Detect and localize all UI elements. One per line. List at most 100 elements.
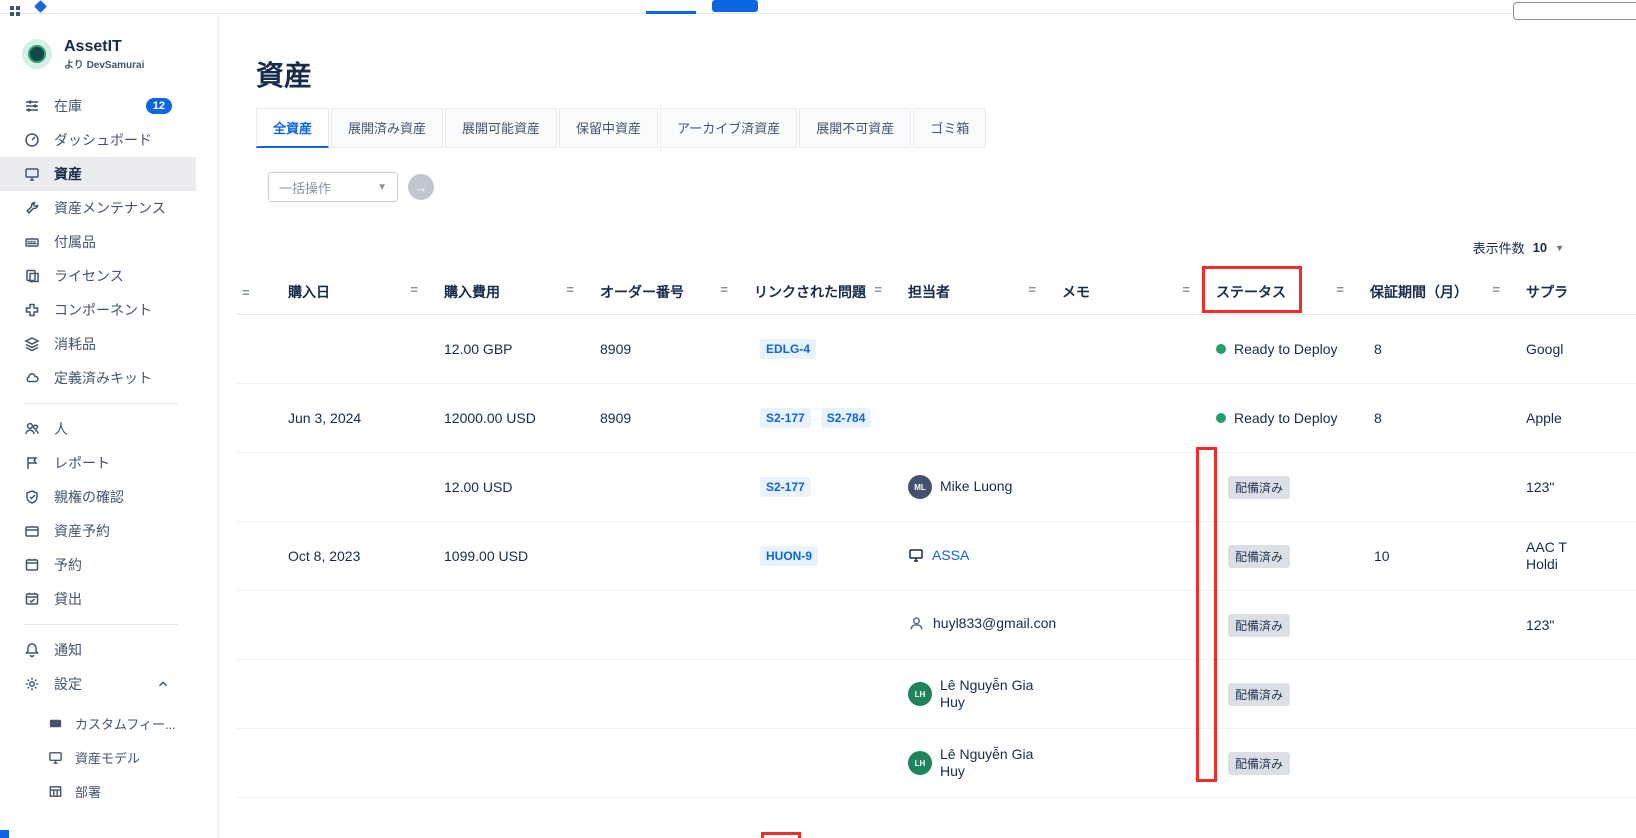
issue-chip[interactable]: S2-177 <box>760 408 811 428</box>
cell-order-number <box>584 660 738 729</box>
sidebar-item-licenses[interactable]: ライセンス <box>0 259 196 293</box>
sidebar-item-people[interactable]: 人 <box>0 412 196 446</box>
sidebar-item-lending[interactable]: 貸出 <box>0 582 196 616</box>
filter-icon[interactable]: = <box>1336 282 1344 297</box>
bottom-left-blue-widget <box>0 830 9 838</box>
sidebar-item-label: 親権の確認 <box>54 487 124 507</box>
consumables-icon <box>24 336 40 352</box>
chevron-up-icon[interactable] <box>156 677 170 691</box>
sidebar-subitem-asset-model[interactable]: 資産モデル <box>0 741 218 775</box>
assets-table-container: = 購入日= 購入費用= オーダー番号= リンクされた問題= 担当者= メモ= … <box>236 270 1636 838</box>
issue-chip[interactable]: EDLG-4 <box>760 339 816 359</box>
sidebar-item-label: 資産予約 <box>54 521 110 541</box>
bulk-action-go-button[interactable]: → <box>408 174 434 200</box>
cell-warranty: 10 <box>1354 522 1510 591</box>
sidebar-divider <box>24 403 178 404</box>
issue-chip[interactable]: S2-784 <box>821 408 872 428</box>
sidebar-item-label: ライセンス <box>54 266 124 286</box>
filter-icon[interactable]: = <box>242 285 250 300</box>
sidebar-item-label: 通知 <box>54 640 82 660</box>
header-cut-column: = <box>236 270 272 315</box>
cell-assignee <box>892 315 1046 384</box>
cell-linked-issues <box>738 729 892 798</box>
create-button[interactable] <box>712 0 758 12</box>
sidebar-item-asset-reservation[interactable]: 資産予約 <box>0 514 196 548</box>
sidebar-item-booking[interactable]: 予約 <box>0 548 196 582</box>
sidebar-item-notifications[interactable]: 通知 <box>0 633 196 667</box>
bulk-action-select[interactable]: 一括操作 ▼ <box>268 172 398 202</box>
cell-assignee: LHLê Nguyễn Gia Huy <box>892 660 1046 729</box>
assets-icon <box>24 166 40 182</box>
sidebar-item-reports[interactable]: レポート <box>0 446 196 480</box>
page-size-control[interactable]: 表示件数 10 ▼ <box>1473 238 1564 257</box>
issue-chip[interactable]: HUON-9 <box>760 546 818 566</box>
inventory-icon <box>24 98 40 114</box>
app-switcher-icon[interactable] <box>10 3 20 21</box>
sidebar-item-components[interactable]: コンポーネント <box>0 293 196 327</box>
sidebar-item-label: レポート <box>54 453 110 473</box>
sidebar-item-settings[interactable]: 設定 <box>0 667 196 701</box>
filter-icon[interactable]: = <box>720 282 728 297</box>
department-icon <box>48 784 63 799</box>
sidebar-item-consumables[interactable]: 消耗品 <box>0 327 196 361</box>
row-cut-cell <box>236 453 272 522</box>
sidebar-item-label: 資産メンテナンス <box>54 198 166 218</box>
sidebar-item-assets[interactable]: 資産 <box>0 157 196 191</box>
sidebar-item-accessories[interactable]: 付属品 <box>0 225 196 259</box>
cell-memo <box>1046 660 1200 729</box>
custody-icon <box>24 489 40 505</box>
sidebar-subitem-custom-fields[interactable]: カスタムフィー... <box>0 707 218 741</box>
sidebar-item-inventory[interactable]: 在庫 12 <box>0 89 196 123</box>
row-cut-cell <box>236 384 272 453</box>
sidebar-item-predefined-kits[interactable]: 定義済みキット <box>0 361 196 395</box>
filter-icon[interactable]: = <box>410 282 418 297</box>
sidebar-item-label: 予約 <box>54 555 82 575</box>
cell-purchase-cost: 12.00 GBP <box>428 315 584 384</box>
tab-undeployable-assets[interactable]: 展開不可資産 <box>799 108 911 148</box>
header-linked-issues: リンクされた問題= <box>738 270 892 315</box>
app-header: AssetIT より DevSamurai <box>0 14 218 85</box>
status-dot-green <box>1216 344 1226 354</box>
sidebar-item-label: ダッシュボード <box>54 130 152 150</box>
cell-memo <box>1046 384 1200 453</box>
tab-archived-assets[interactable]: アーカイブ済資産 <box>660 108 797 148</box>
issue-chip[interactable]: S2-177 <box>760 477 811 497</box>
sidebar-divider <box>24 624 178 625</box>
cell-status: Ready to Deploy <box>1200 315 1354 384</box>
header-memo: メモ= <box>1046 270 1200 315</box>
filter-icon[interactable]: = <box>1492 282 1500 297</box>
header-order-number: オーダー番号= <box>584 270 738 315</box>
search-input[interactable] <box>1513 2 1636 20</box>
sidebar-item-custody-check[interactable]: 親権の確認 <box>0 480 196 514</box>
lending-icon <box>24 591 40 607</box>
asset-link[interactable]: ASSA <box>932 547 969 563</box>
row-cut-cell <box>236 315 272 384</box>
sidebar-item-label: 資産 <box>54 164 82 184</box>
accessories-icon <box>24 234 40 250</box>
cell-memo <box>1046 522 1200 591</box>
sidebar: AssetIT より DevSamurai 在庫 12 ダッシュボード 資産 資… <box>0 14 219 838</box>
tab-deployed-assets[interactable]: 展開済み資産 <box>331 108 443 148</box>
tab-pending-assets[interactable]: 保留中資産 <box>559 108 658 148</box>
filter-icon[interactable]: = <box>874 282 882 297</box>
sidebar-subitem-department[interactable]: 部署 <box>0 775 218 809</box>
filter-icon[interactable]: = <box>1182 282 1190 297</box>
table-row: 12.00 GBP 8909 EDLG-4 Ready to Deploy 8 … <box>236 315 1636 384</box>
filter-icon[interactable]: = <box>566 282 574 297</box>
cell-status: Ready to Deploy <box>1200 384 1354 453</box>
table-row-partial <box>236 798 1636 838</box>
people-icon <box>24 421 40 437</box>
tab-all-assets[interactable]: 全資産 <box>256 108 329 148</box>
table-row: 12.00 USD S2-177 MLMike Luong 配備済み 123" <box>236 453 1636 522</box>
cell-memo <box>1046 315 1200 384</box>
sidebar-item-asset-maintenance[interactable]: 資産メンテナンス <box>0 191 196 225</box>
filter-icon[interactable]: = <box>1028 282 1036 297</box>
tab-trash[interactable]: ゴミ箱 <box>913 108 986 148</box>
cell-assignee: MLMike Luong <box>892 453 1046 522</box>
components-icon <box>24 302 40 318</box>
sidebar-item-dashboard[interactable]: ダッシュボード <box>0 123 196 157</box>
tab-deployable-assets[interactable]: 展開可能資産 <box>445 108 557 148</box>
cell-purchase-cost <box>428 591 584 660</box>
bulk-action-bar: 一括操作 ▼ → <box>268 172 434 202</box>
jira-logo-icon[interactable] <box>34 0 47 13</box>
